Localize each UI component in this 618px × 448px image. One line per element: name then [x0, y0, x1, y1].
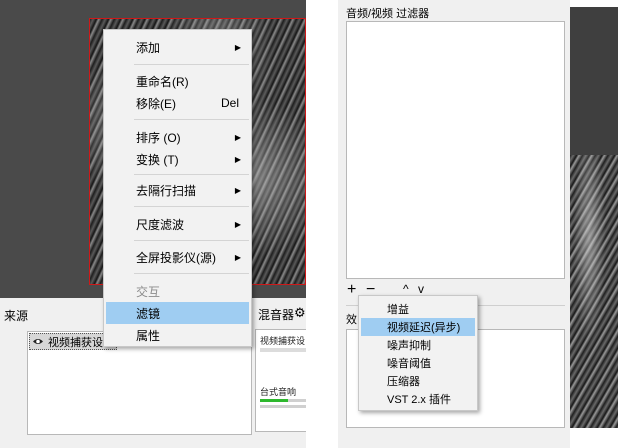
source-item-label: 视频捕获设 [48, 336, 103, 349]
menu-item-label: 压缩器 [387, 376, 420, 388]
gear-icon[interactable]: ⚙ [294, 305, 306, 321]
menu-item-label: 去隔行扫描 [136, 183, 197, 198]
menu-item-label: 全屏投影仪(源) [136, 250, 216, 265]
source-context-menu: 添加 ▶ 重命名(R) 移除(E) Del 排序 (O) ▶ 变换 (T) ▶ … [103, 29, 252, 347]
menu-item-label: 视频延迟(异步) [387, 322, 461, 334]
menu-item-label: 变换 (T) [136, 152, 179, 167]
mixer-channel-name: 台式音响 [260, 387, 297, 397]
mixer-dock-title: 混音器 [258, 308, 295, 322]
menu-item-properties[interactable]: 属性 [106, 324, 249, 346]
menu-item-label: 尺度滤波 [136, 217, 185, 232]
add-filter-button[interactable]: + [347, 281, 356, 299]
menu-separator [134, 240, 249, 241]
menu-separator [134, 273, 249, 274]
menu-item-label: 排序 (O) [136, 130, 181, 145]
move-up-button[interactable]: ^ [403, 282, 409, 296]
effect-filters-title: 效 [346, 314, 357, 326]
menu-item-scale-filter[interactable]: 尺度滤波 ▶ [106, 213, 249, 235]
audio-video-filters-list[interactable] [346, 21, 565, 279]
menu-item-deinterlace[interactable]: 去隔行扫描 ▶ [106, 179, 249, 201]
submenu-arrow-icon: ▶ [234, 185, 241, 195]
volume-slider[interactable] [260, 405, 306, 408]
menu-item-rename[interactable]: 重命名(R) [106, 70, 249, 92]
menu-item-fullscreen-projector[interactable]: 全屏投影仪(源) ▶ [106, 246, 249, 268]
menu-separator [134, 64, 249, 65]
menu-separator [134, 174, 249, 175]
menu-item-label: 重命名(R) [136, 74, 189, 89]
menu-separator [134, 119, 249, 120]
menu-item-vst-plugin[interactable]: VST 2.x 插件 [361, 390, 475, 408]
sources-dock-title: 来源 [4, 309, 29, 323]
mixer-panel: 视频捕获设 台式音响 [255, 329, 306, 432]
shortcut-label: Del [220, 96, 239, 110]
menu-item-label: 滤镜 [136, 306, 161, 321]
menu-item-label: 噪音阈值 [387, 358, 431, 370]
window-gap [306, 0, 338, 448]
menu-item-label: 增益 [387, 304, 409, 316]
menu-item-transform[interactable]: 变换 (T) ▶ [106, 148, 249, 170]
menu-item-remove[interactable]: 移除(E) Del [106, 92, 249, 114]
audio-video-filters-title: 音频/视频 过滤器 [346, 8, 430, 20]
filter-preview-image [570, 155, 618, 428]
filter-preview-background [570, 7, 618, 155]
mixer-channel-name: 视频捕获设 [260, 336, 306, 346]
submenu-arrow-icon: ▶ [234, 252, 241, 262]
menu-separator [134, 206, 249, 207]
volume-slider[interactable] [260, 348, 306, 352]
submenu-arrow-icon: ▶ [234, 154, 241, 164]
menu-item-noise-gate[interactable]: 噪音阈值 [361, 354, 475, 372]
menu-item-noise-suppression[interactable]: 噪声抑制 [361, 336, 475, 354]
menu-item-label: 属性 [136, 328, 161, 343]
eye-icon[interactable] [30, 335, 46, 349]
menu-item-label: 交互 [136, 284, 161, 299]
menu-item-label: 噪声抑制 [387, 340, 431, 352]
menu-item-compressor[interactable]: 压缩器 [361, 372, 475, 390]
menu-item-label: 添加 [136, 40, 161, 55]
menu-item-label: 移除(E) [136, 96, 176, 111]
volume-meter-level [260, 399, 288, 402]
menu-item-gain[interactable]: 增益 [361, 300, 475, 318]
add-filter-menu: 增益 视频延迟(异步) 噪声抑制 噪音阈值 压缩器 VST 2.x 插件 [358, 295, 478, 411]
menu-item-label: VST 2.x 插件 [387, 394, 451, 406]
submenu-arrow-icon: ▶ [234, 219, 241, 229]
menu-item-video-delay-async[interactable]: 视频延迟(异步) [361, 318, 475, 336]
submenu-arrow-icon: ▶ [234, 42, 241, 52]
menu-item-interact: 交互 [106, 280, 249, 302]
submenu-arrow-icon: ▶ [234, 132, 241, 142]
move-down-button[interactable]: v [418, 282, 424, 296]
menu-item-add[interactable]: 添加 ▶ [106, 36, 249, 58]
menu-item-filters[interactable]: 滤镜 [106, 302, 249, 324]
menu-item-order[interactable]: 排序 (O) ▶ [106, 126, 249, 148]
